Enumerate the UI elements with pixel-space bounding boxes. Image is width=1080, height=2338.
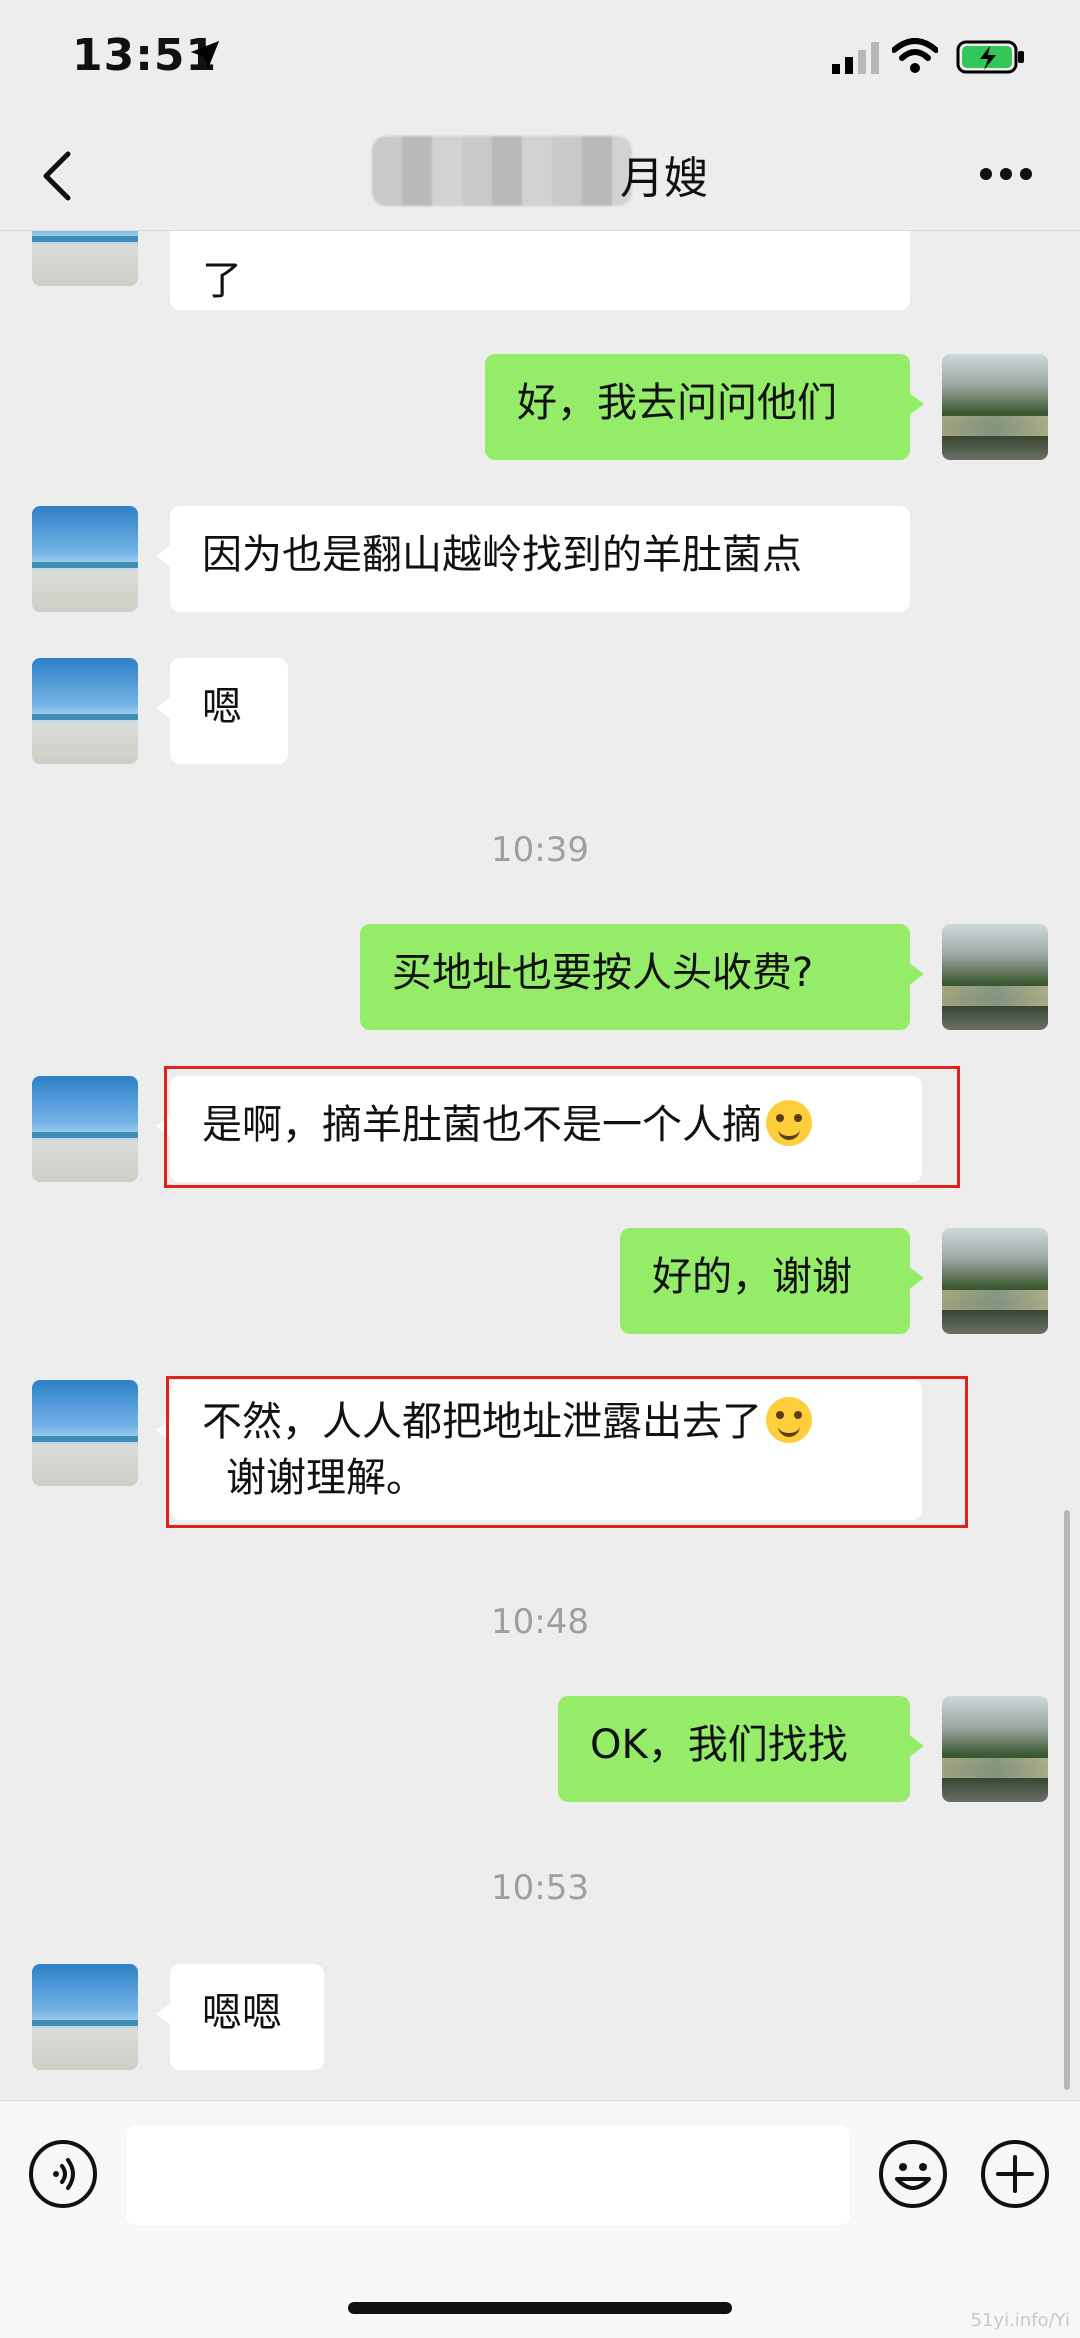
status-bar: 13:51 [0, 0, 1080, 120]
wifi-icon [892, 38, 938, 73]
outgoing-message-bubble[interactable]: 好，我去问问他们 [485, 354, 924, 460]
message-text: 了 [202, 258, 242, 304]
location-arrow-icon [190, 40, 220, 70]
contact-avatar[interactable] [32, 1964, 138, 2070]
chat-message-list[interactable]: 了 好，我去问问他们 因为也是翻山越岭找到的羊肚菌点 嗯 10:39 买地址也要… [0, 230, 1080, 2098]
my-avatar[interactable] [942, 1696, 1048, 1802]
incoming-message-bubble[interactable]: 嗯 [156, 658, 288, 764]
outgoing-message-bubble[interactable]: 好的，谢谢 [620, 1228, 924, 1334]
emoji-picker-icon[interactable] [878, 2139, 948, 2209]
message-text: OK，我们找找 [590, 1722, 848, 1768]
timestamp: 10:53 [491, 1868, 589, 1908]
incoming-message-bubble[interactable]: 因为也是翻山越岭找到的羊肚菌点 [156, 506, 910, 612]
message-input-field[interactable] [126, 2125, 850, 2225]
timestamp: 10:48 [491, 1602, 589, 1642]
my-avatar[interactable] [942, 354, 1048, 460]
more-functions-plus-icon[interactable] [980, 2139, 1050, 2209]
timestamp: 10:39 [491, 830, 589, 870]
cellular-signal-icon [832, 42, 879, 74]
my-avatar[interactable] [942, 924, 1048, 1030]
back-chevron-icon[interactable] [38, 148, 78, 204]
message-text: 好的，谢谢 [652, 1254, 852, 1300]
home-indicator[interactable] [348, 2302, 732, 2314]
contact-avatar[interactable] [32, 230, 138, 286]
watermark: 51yi.info/Yi [970, 2310, 1070, 2331]
incoming-message-bubble[interactable]: 了 [170, 230, 910, 310]
scrollbar[interactable] [1064, 1510, 1070, 2090]
message-text: 因为也是翻山越岭找到的羊肚菌点 [202, 532, 802, 578]
more-options-icon[interactable] [980, 166, 1032, 182]
contact-avatar[interactable] [32, 658, 138, 764]
chat-header: 月嫂 [0, 120, 1080, 231]
chat-title: 月嫂 [620, 153, 708, 204]
red-highlight-box [166, 1376, 968, 1528]
battery-charging-icon [956, 40, 1024, 74]
contact-avatar[interactable] [32, 1076, 138, 1182]
message-text: 好，我去问问他们 [517, 380, 837, 426]
voice-input-icon[interactable] [28, 2139, 98, 2209]
my-avatar[interactable] [942, 1228, 1048, 1334]
red-highlight-box [164, 1066, 960, 1188]
contact-avatar[interactable] [32, 1380, 138, 1486]
incoming-message-bubble[interactable]: 嗯嗯 [156, 1964, 324, 2070]
message-text: 嗯嗯 [202, 1990, 282, 2036]
message-text: 买地址也要按人头收费? [392, 950, 814, 996]
message-text: 嗯 [202, 684, 242, 730]
outgoing-message-bubble[interactable]: 买地址也要按人头收费? [360, 924, 924, 1030]
blurred-name [372, 136, 632, 206]
outgoing-message-bubble[interactable]: OK，我们找找 [558, 1696, 924, 1802]
contact-avatar[interactable] [32, 506, 138, 612]
